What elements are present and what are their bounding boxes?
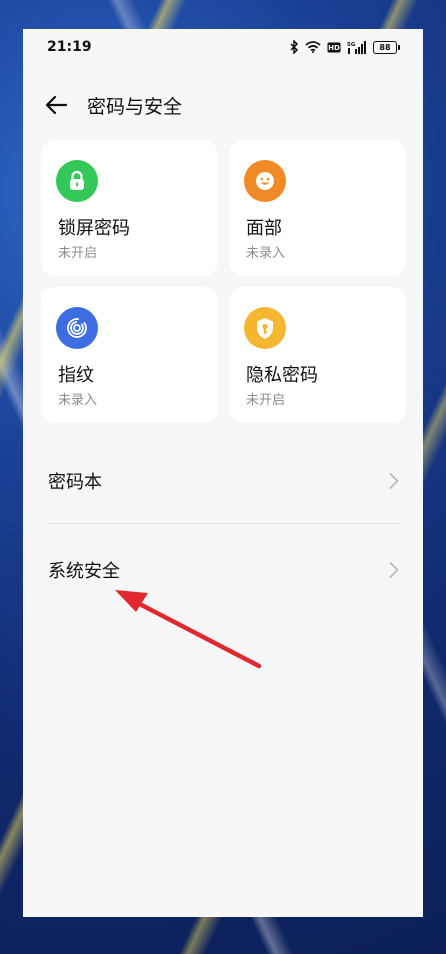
divider [48, 523, 400, 524]
card-title: 面部 [246, 218, 282, 239]
face-icon [244, 160, 286, 202]
signal-5g-icon: 5G [347, 40, 366, 54]
chevron-right-icon [389, 473, 399, 489]
shield-key-icon [244, 307, 286, 349]
settings-screen: 21:19 HD 5G 88 密码与安全 锁屏密码 未开启 面部 未录入 指纹 … [23, 29, 423, 917]
page-title: 密码与安全 [87, 96, 183, 118]
svg-text:5G: 5G [347, 42, 356, 48]
card-status: 未开启 [246, 393, 286, 408]
hd-icon: HD [327, 42, 341, 52]
card-status: 未录入 [246, 246, 286, 261]
wifi-icon [305, 41, 321, 53]
card-title: 锁屏密码 [58, 218, 130, 239]
status-icons: HD 5G 88 [290, 40, 400, 54]
row-label: 密码本 [48, 472, 102, 493]
card-privacy-password[interactable]: 隐私密码 未开启 [229, 287, 406, 423]
chevron-right-icon [389, 562, 399, 578]
fingerprint-icon [56, 307, 98, 349]
card-lock-screen-password[interactable]: 锁屏密码 未开启 [41, 140, 218, 276]
battery-icon: 88 [373, 40, 400, 54]
row-password-book[interactable]: 密码本 [23, 453, 423, 509]
card-status: 未开启 [58, 246, 98, 261]
card-title: 指纹 [58, 365, 94, 386]
status-time: 21:19 [47, 39, 92, 55]
lock-icon [56, 160, 98, 202]
svg-text:HD: HD [328, 44, 340, 52]
row-system-security[interactable]: 系统安全 [23, 542, 423, 598]
arrow-left-icon[interactable] [45, 95, 67, 115]
card-face[interactable]: 面部 未录入 [229, 140, 406, 276]
status-bar: 21:19 HD 5G 88 [23, 29, 423, 65]
card-title: 隐私密码 [246, 365, 318, 386]
page-header: 密码与安全 [23, 89, 423, 121]
bluetooth-icon [290, 40, 299, 54]
card-status: 未录入 [58, 393, 98, 408]
card-fingerprint[interactable]: 指纹 未录入 [41, 287, 218, 423]
battery-level: 88 [373, 40, 397, 54]
row-label: 系统安全 [48, 561, 120, 582]
